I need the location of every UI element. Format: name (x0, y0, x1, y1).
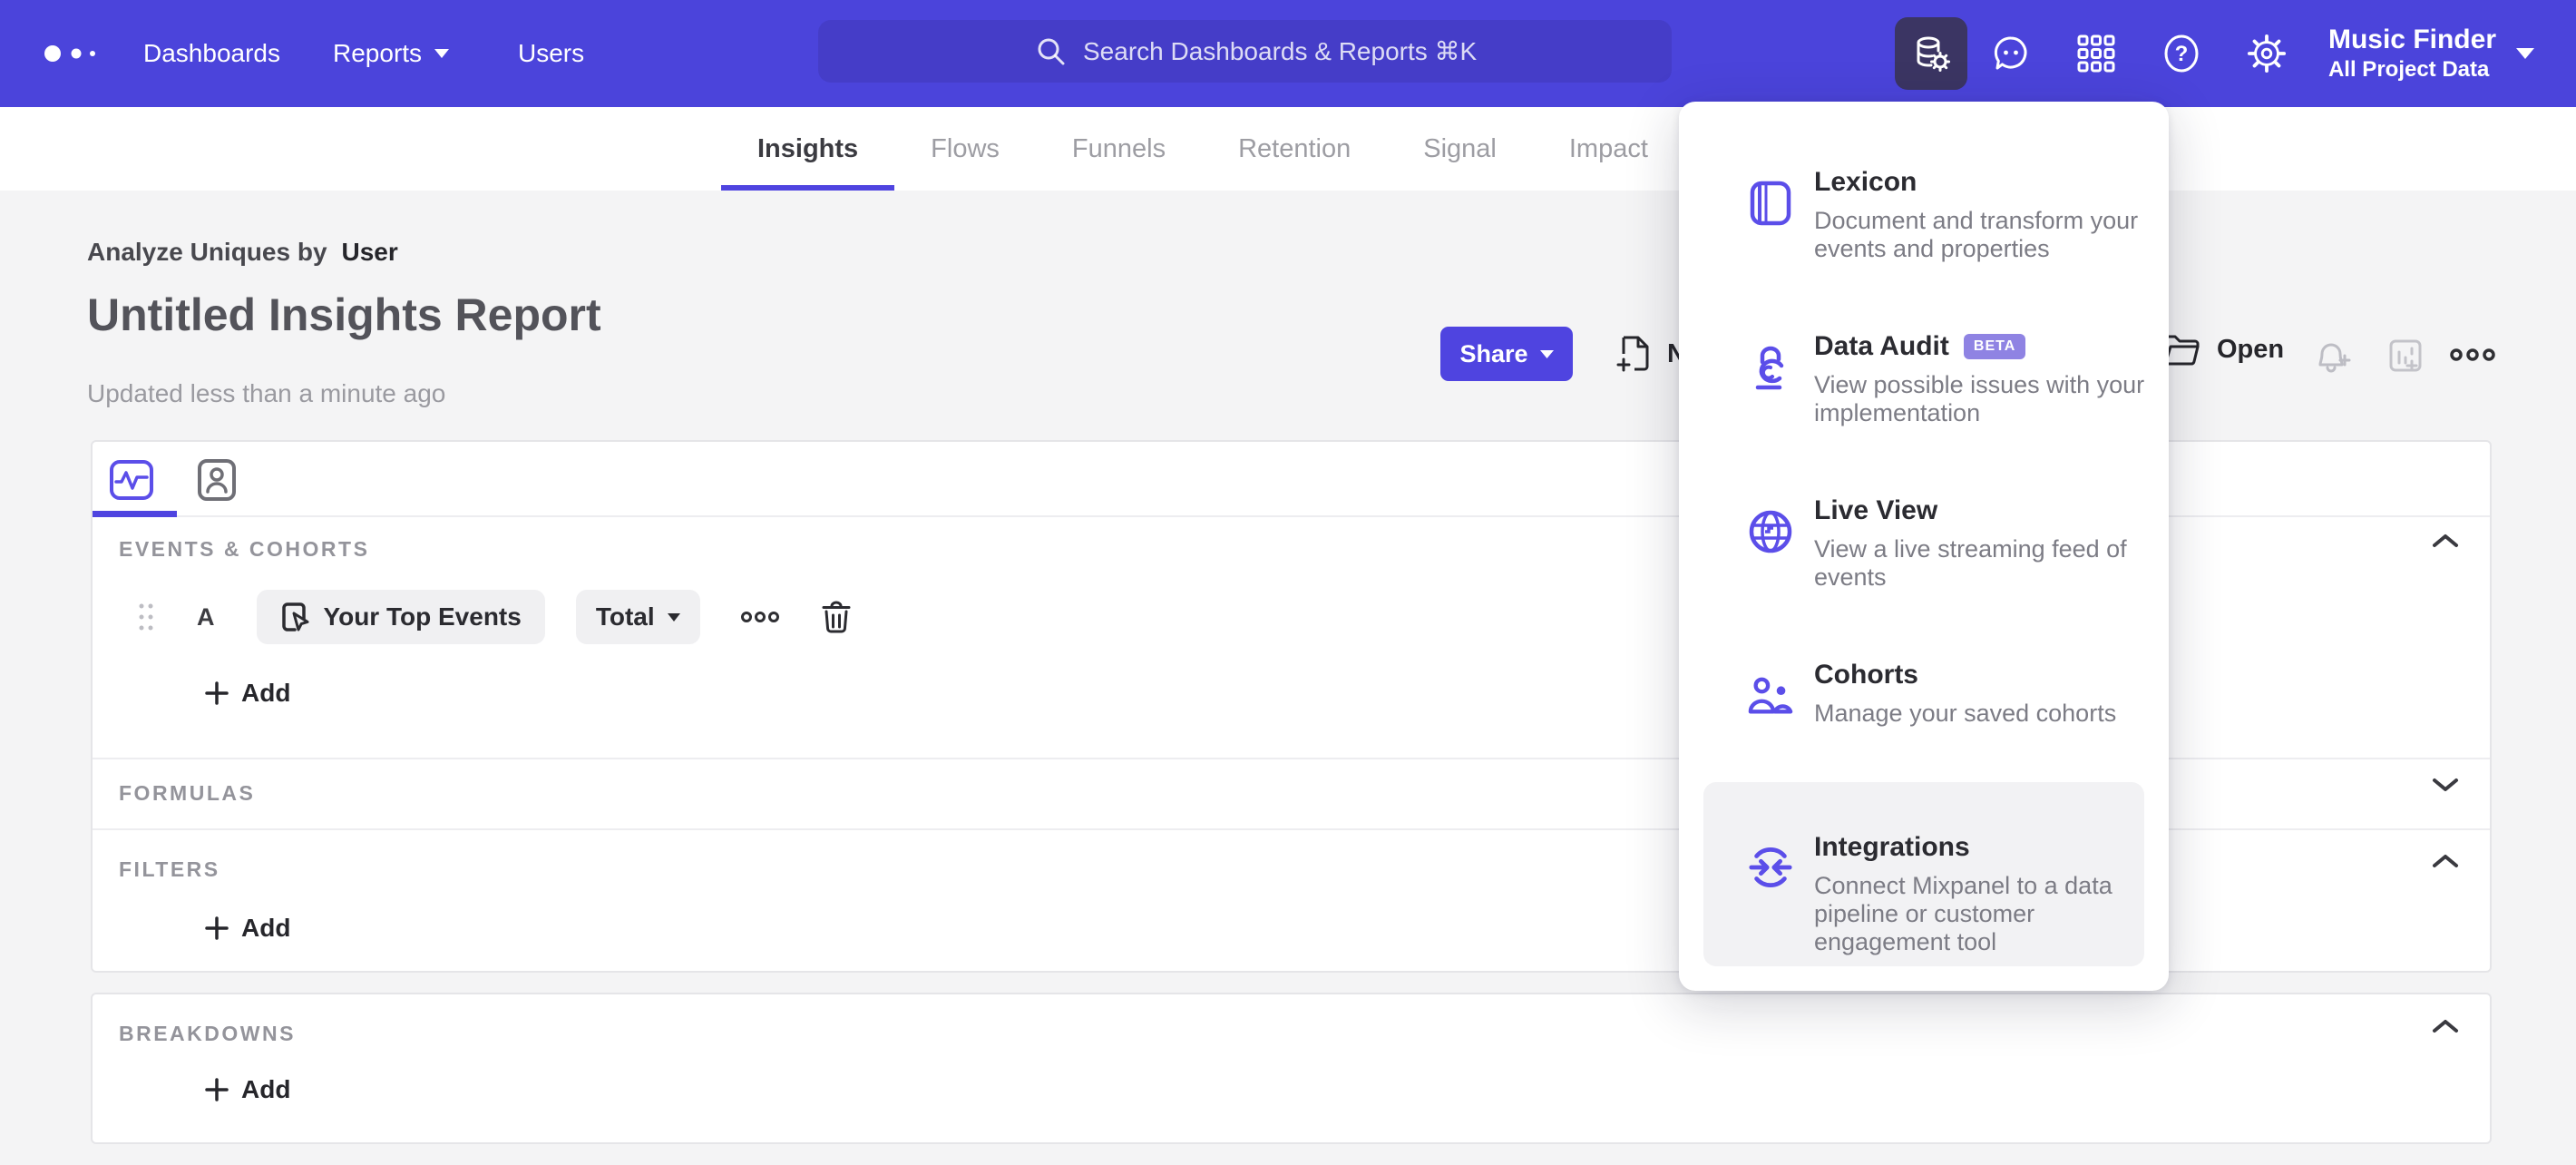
tab-funnels[interactable]: Funnels (1036, 107, 1202, 191)
tab-impact[interactable]: Impact (1533, 107, 1684, 191)
topbar-right-controls: ? Music Finder All Project Data (1894, 0, 2534, 107)
tab-profiles-view[interactable] (194, 457, 239, 503)
data-management-button[interactable] (1894, 17, 1967, 90)
live-view-icon (1748, 509, 1793, 554)
events-collapse-button[interactable] (2432, 533, 2459, 549)
event-cursor-icon (281, 602, 308, 631)
breakdowns-collapse-button[interactable] (2432, 1018, 2459, 1034)
project-info: Music Finder All Project Data (2328, 26, 2496, 81)
mixpanel-logo-icon[interactable] (38, 40, 98, 67)
events-section-label: EVENTS & COHORTS (119, 537, 370, 561)
formulas-expand-button[interactable] (2432, 777, 2459, 793)
chevron-up-icon (2433, 1020, 2458, 1033)
formulas-section-label: FORMULAS (119, 781, 256, 805)
nav-users-label: Users (518, 39, 585, 67)
grid-icon (2077, 34, 2115, 73)
chevron-up-icon (2433, 534, 2458, 547)
new-document-icon (1616, 336, 1649, 372)
database-gear-icon (1917, 36, 1950, 72)
search-input[interactable] (818, 20, 1672, 83)
apps-grid-button[interactable] (2076, 34, 2116, 73)
delete-row-icon[interactable] (822, 601, 851, 633)
chevron-down-icon (2433, 778, 2458, 791)
add-event-button[interactable]: Add (205, 679, 290, 708)
gear-icon (2247, 34, 2287, 73)
lexicon-icon (1748, 181, 1793, 226)
more-dots-icon (2450, 348, 2495, 361)
settings-button[interactable] (2247, 34, 2287, 73)
help-icon: ? (2164, 34, 2199, 73)
menu-item-lexicon[interactable]: Lexicon Document and transform your even… (1679, 102, 2169, 266)
data-management-menu: Lexicon Document and transform your even… (1679, 102, 2169, 991)
menu-item-cohorts[interactable]: Cohorts Manage your saved cohorts (1679, 594, 2169, 759)
svg-text:?: ? (2175, 42, 2189, 66)
global-search[interactable] (818, 20, 1672, 83)
report-type-tabs: Insights Flows Funnels Retention Signal … (0, 107, 2576, 191)
profile-card-icon (198, 459, 236, 501)
bell-plus-icon (2318, 343, 2351, 373)
tab-retention[interactable]: Retention (1202, 107, 1387, 191)
analyze-selector-row: Analyze Uniques by User (87, 238, 398, 267)
filters-section-label: FILTERS (119, 857, 220, 881)
plus-icon (205, 681, 229, 705)
help-button[interactable]: ? (2161, 34, 2201, 73)
menu-item-data-audit[interactable]: Data Audit BETA View possible issues wit… (1679, 266, 2169, 430)
metric-name: Total (595, 602, 655, 631)
plus-icon (205, 916, 229, 940)
tab-events-view[interactable] (109, 457, 154, 503)
caret-down-icon (2516, 48, 2534, 59)
filters-collapse-button[interactable] (2432, 853, 2459, 869)
nav-dashboards-label: Dashboards (143, 39, 280, 67)
updated-timestamp: Updated less than a minute ago (87, 379, 446, 407)
menu-item-integrations[interactable]: Integrations Connect Mixpanel to a data … (1679, 759, 2169, 966)
plus-icon (205, 1078, 229, 1101)
top-navigation-bar: Dashboards Reports Users Search Dashboar… (0, 0, 2576, 107)
share-button[interactable]: Share (1440, 327, 1573, 381)
chevron-up-icon (2433, 855, 2458, 867)
integrations-icon (1748, 845, 1793, 890)
series-letter: A (197, 602, 215, 631)
add-filter-button[interactable]: Add (205, 914, 290, 943)
more-options-button[interactable] (2449, 347, 2496, 363)
row-more-icon[interactable] (740, 610, 780, 624)
add-alert-button[interactable] (2309, 334, 2353, 377)
add-breakdown-button[interactable]: Add (205, 1075, 290, 1104)
breakdowns-section-label: BREAKDOWNS (119, 1022, 296, 1045)
metric-select-button[interactable]: Total (575, 590, 700, 644)
project-selector[interactable]: Music Finder All Project Data (2328, 26, 2534, 81)
tab-signal[interactable]: Signal (1387, 107, 1533, 191)
project-scope: All Project Data (2327, 57, 2490, 82)
feedback-button[interactable] (1991, 34, 2031, 73)
tab-flows[interactable]: Flows (894, 107, 1036, 191)
beta-badge: BETA (1963, 334, 2026, 359)
event-select-button[interactable]: Your Top Events (256, 590, 545, 644)
drag-handle-icon[interactable] (138, 602, 154, 632)
pulse-chart-icon (110, 460, 153, 500)
tab-insights[interactable]: Insights (721, 107, 895, 191)
nav-users[interactable]: Users (518, 0, 584, 107)
event-name: Your Top Events (323, 602, 522, 631)
chat-bubble-icon (1994, 36, 2027, 70)
caret-down-icon (667, 612, 680, 622)
add-to-board-button[interactable] (2384, 334, 2427, 377)
analyze-prefix: Analyze Uniques by (87, 238, 327, 266)
caret-down-icon (434, 49, 450, 58)
analyze-value-dropdown[interactable]: User (342, 238, 398, 267)
page-title[interactable]: Untitled Insights Report (87, 289, 601, 341)
nav-reports[interactable]: Reports (333, 0, 450, 107)
nav-dashboards[interactable]: Dashboards (143, 0, 280, 107)
chart-plus-icon (2389, 339, 2422, 372)
data-audit-icon (1748, 345, 1793, 390)
project-name: Music Finder (2327, 24, 2496, 54)
caret-down-icon (1539, 349, 1554, 358)
nav-reports-label: Reports (333, 39, 423, 67)
breakdowns-card: BREAKDOWNS Add (91, 993, 2492, 1144)
cohorts-icon (1748, 673, 1793, 719)
menu-item-live-view[interactable]: Live View View a live streaming feed of … (1679, 430, 2169, 594)
active-view-underline (93, 511, 177, 517)
open-report-button[interactable]: Open (2161, 332, 2284, 367)
